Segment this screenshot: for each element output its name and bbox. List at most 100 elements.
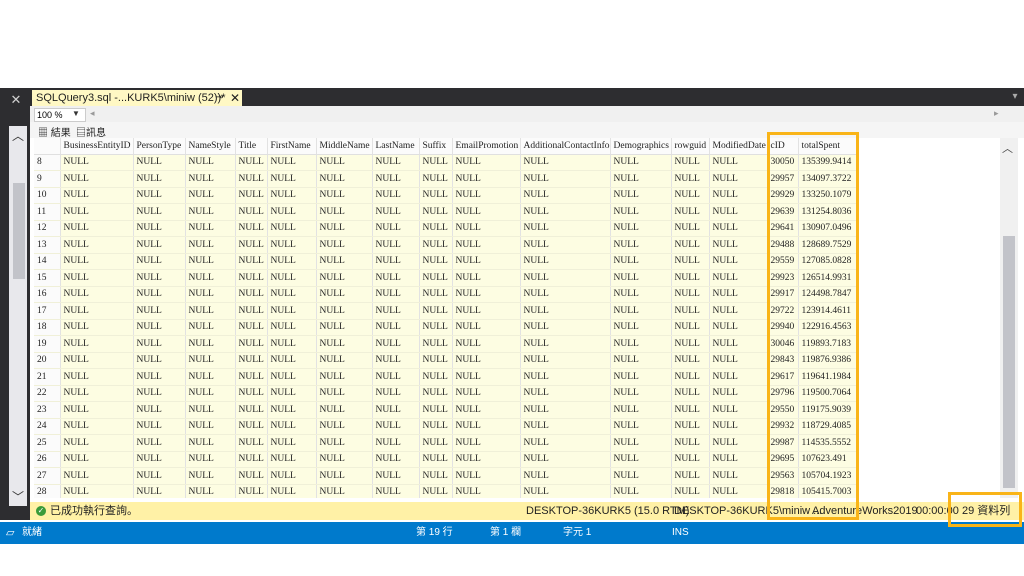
table-cell[interactable]: NULL: [267, 302, 317, 320]
table-cell[interactable]: NULL: [709, 302, 768, 320]
table-cell[interactable]: NULL: [133, 154, 186, 171]
table-cell[interactable]: NULL: [60, 401, 134, 419]
table-cell[interactable]: NULL: [419, 401, 453, 419]
table-row[interactable]: 9 NULL NULL NULL NULL NULL NULL NULL NULL NULL NUL…: [34, 170, 859, 188]
row-number[interactable]: 19: [34, 335, 61, 353]
table-cell[interactable]: NULL: [60, 467, 134, 485]
table-cell[interactable]: NULL: [709, 203, 768, 221]
table-cell[interactable]: NULL: [520, 451, 611, 468]
table-cell[interactable]: NULL: [520, 467, 611, 485]
table-cell[interactable]: NULL: [316, 154, 373, 171]
table-cell[interactable]: NULL: [235, 401, 268, 419]
table-cell[interactable]: NULL: [60, 302, 134, 320]
table-cell[interactable]: NULL: [267, 253, 317, 270]
table-cell[interactable]: NULL: [671, 220, 710, 237]
table-cell[interactable]: NULL: [419, 170, 453, 188]
table-cell[interactable]: NULL: [671, 368, 710, 386]
table-cell[interactable]: NULL: [452, 154, 521, 171]
table-cell[interactable]: NULL: [520, 203, 611, 221]
tab-overflow-icon[interactable]: ▾: [1006, 88, 1024, 106]
table-cell[interactable]: NULL: [671, 335, 710, 353]
table-cell[interactable]: NULL: [610, 335, 672, 353]
table-cell[interactable]: NULL: [133, 467, 186, 485]
table-cell[interactable]: NULL: [267, 220, 317, 237]
table-cell[interactable]: NULL: [610, 187, 672, 204]
table-cell[interactable]: NULL: [185, 451, 236, 468]
table-cell[interactable]: NULL: [372, 451, 420, 468]
table-cell[interactable]: NULL: [316, 170, 373, 188]
table-cell[interactable]: NULL: [372, 319, 420, 336]
table-cell[interactable]: NULL: [452, 385, 521, 402]
table-cell[interactable]: NULL: [452, 302, 521, 320]
table-cell[interactable]: NULL: [316, 484, 373, 498]
table-cell[interactable]: NULL: [520, 302, 611, 320]
table-cell[interactable]: NULL: [133, 269, 186, 287]
scroll-right-icon[interactable]: ▸: [994, 108, 999, 119]
table-cell[interactable]: NULL: [610, 368, 672, 386]
row-number[interactable]: 11: [34, 203, 61, 221]
table-cell[interactable]: NULL: [235, 154, 268, 171]
row-number[interactable]: 25: [34, 434, 61, 452]
table-cell[interactable]: NULL: [671, 286, 710, 303]
row-number[interactable]: 27: [34, 467, 61, 485]
table-cell[interactable]: NULL: [610, 451, 672, 468]
table-cell[interactable]: NULL: [671, 467, 710, 485]
table-cell[interactable]: NULL: [235, 286, 268, 303]
table-row[interactable]: 16 NULL NULL NULL NULL NULL NULL NULL NULL NULL NU…: [34, 286, 859, 303]
table-cell[interactable]: NULL: [185, 319, 236, 336]
table-cell[interactable]: NULL: [709, 484, 768, 498]
table-cell[interactable]: NULL: [133, 484, 186, 498]
table-cell[interactable]: NULL: [419, 385, 453, 402]
column-header[interactable]: Suffix: [419, 138, 453, 155]
table-cell[interactable]: NULL: [452, 319, 521, 336]
pin-icon[interactable]: ⊸: [215, 90, 223, 106]
table-row[interactable]: 10 NULL NULL NULL NULL NULL NULL NULL NULL NULL NU…: [34, 187, 859, 204]
table-cell[interactable]: NULL: [419, 434, 453, 452]
table-cell[interactable]: NULL: [235, 269, 268, 287]
table-cell[interactable]: NULL: [185, 484, 236, 498]
row-number[interactable]: 13: [34, 236, 61, 254]
table-cell[interactable]: NULL: [452, 484, 521, 498]
table-cell[interactable]: NULL: [133, 236, 186, 254]
table-cell[interactable]: NULL: [372, 302, 420, 320]
table-cell[interactable]: NULL: [610, 253, 672, 270]
table-row[interactable]: 15 NULL NULL NULL NULL NULL NULL NULL NULL NULL NU…: [34, 269, 859, 287]
table-cell[interactable]: NULL: [235, 319, 268, 336]
table-cell[interactable]: NULL: [419, 253, 453, 270]
table-cell[interactable]: NULL: [185, 286, 236, 303]
table-cell[interactable]: NULL: [520, 286, 611, 303]
table-cell[interactable]: NULL: [235, 352, 268, 369]
table-cell[interactable]: NULL: [610, 385, 672, 402]
table-cell[interactable]: NULL: [419, 236, 453, 254]
row-number[interactable]: 17: [34, 302, 61, 320]
table-cell[interactable]: NULL: [610, 484, 672, 498]
table-cell[interactable]: NULL: [709, 170, 768, 188]
table-cell[interactable]: NULL: [671, 269, 710, 287]
table-cell[interactable]: NULL: [316, 302, 373, 320]
table-row[interactable]: 24 NULL NULL NULL NULL NULL NULL NULL NULL NULL NU…: [34, 418, 859, 435]
table-cell[interactable]: NULL: [316, 368, 373, 386]
table-cell[interactable]: NULL: [267, 170, 317, 188]
table-cell[interactable]: NULL: [452, 220, 521, 237]
table-cell[interactable]: NULL: [610, 434, 672, 452]
table-cell[interactable]: NULL: [60, 352, 134, 369]
table-cell[interactable]: NULL: [419, 154, 453, 171]
table-cell[interactable]: NULL: [185, 434, 236, 452]
row-number[interactable]: 21: [34, 368, 61, 386]
table-cell[interactable]: NULL: [267, 401, 317, 419]
table-cell[interactable]: NULL: [520, 236, 611, 254]
table-cell[interactable]: NULL: [520, 352, 611, 369]
table-cell[interactable]: NULL: [452, 170, 521, 188]
table-cell[interactable]: NULL: [235, 253, 268, 270]
table-cell[interactable]: NULL: [267, 286, 317, 303]
table-cell[interactable]: NULL: [419, 269, 453, 287]
table-cell[interactable]: NULL: [452, 418, 521, 435]
table-cell[interactable]: NULL: [709, 352, 768, 369]
table-cell[interactable]: NULL: [419, 484, 453, 498]
table-cell[interactable]: NULL: [267, 269, 317, 287]
table-cell[interactable]: NULL: [185, 269, 236, 287]
table-cell[interactable]: NULL: [520, 484, 611, 498]
table-row[interactable]: 8 NULL NULL NULL NULL NULL NULL NULL NULL NULL NUL…: [34, 154, 859, 171]
table-cell[interactable]: NULL: [133, 451, 186, 468]
table-cell[interactable]: NULL: [133, 302, 186, 320]
